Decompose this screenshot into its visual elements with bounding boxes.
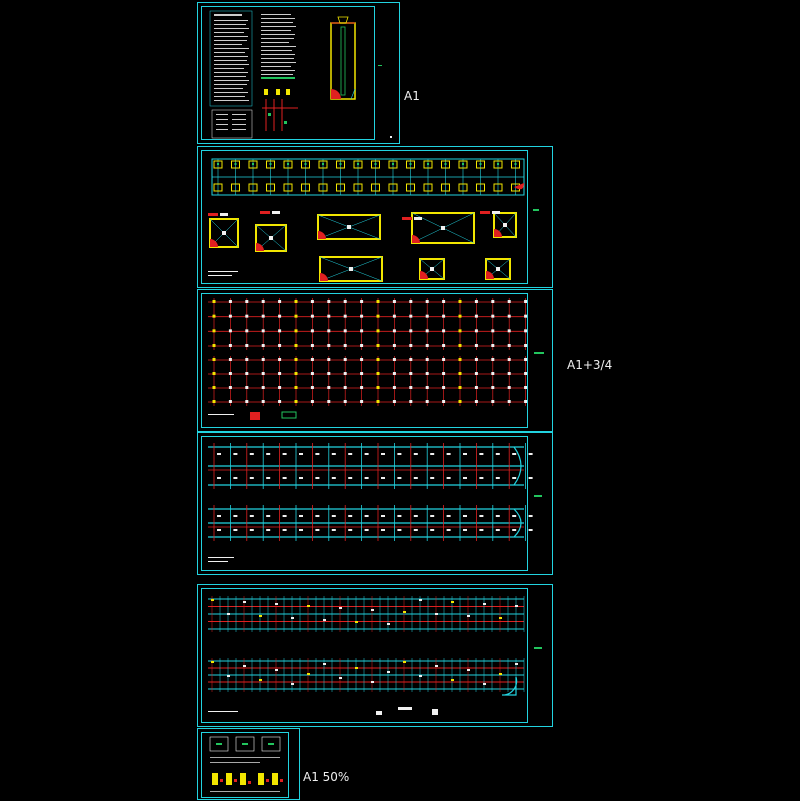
sheet-6-content <box>209 736 283 792</box>
sheet-5-content <box>208 596 542 715</box>
sheet-3-content <box>208 298 544 420</box>
sheet-3-size-label: A1+3/4 <box>567 358 613 372</box>
sheet-1-content <box>209 10 392 139</box>
drawing-sheet-6[interactable] <box>197 728 300 800</box>
drawing-sheet-3[interactable] <box>197 289 553 432</box>
sheet-4-content <box>208 443 542 562</box>
drawing-sheet-4[interactable] <box>197 432 553 575</box>
drawing-sheet-1[interactable] <box>197 2 400 144</box>
sheet-1-size-label: A1 <box>404 89 420 103</box>
sheet-6-size-label: A1 50% <box>303 770 350 784</box>
drawing-sheet-2[interactable] <box>197 146 553 288</box>
sheet-2-content <box>208 158 539 282</box>
drawing-sheet-5[interactable] <box>197 584 553 727</box>
